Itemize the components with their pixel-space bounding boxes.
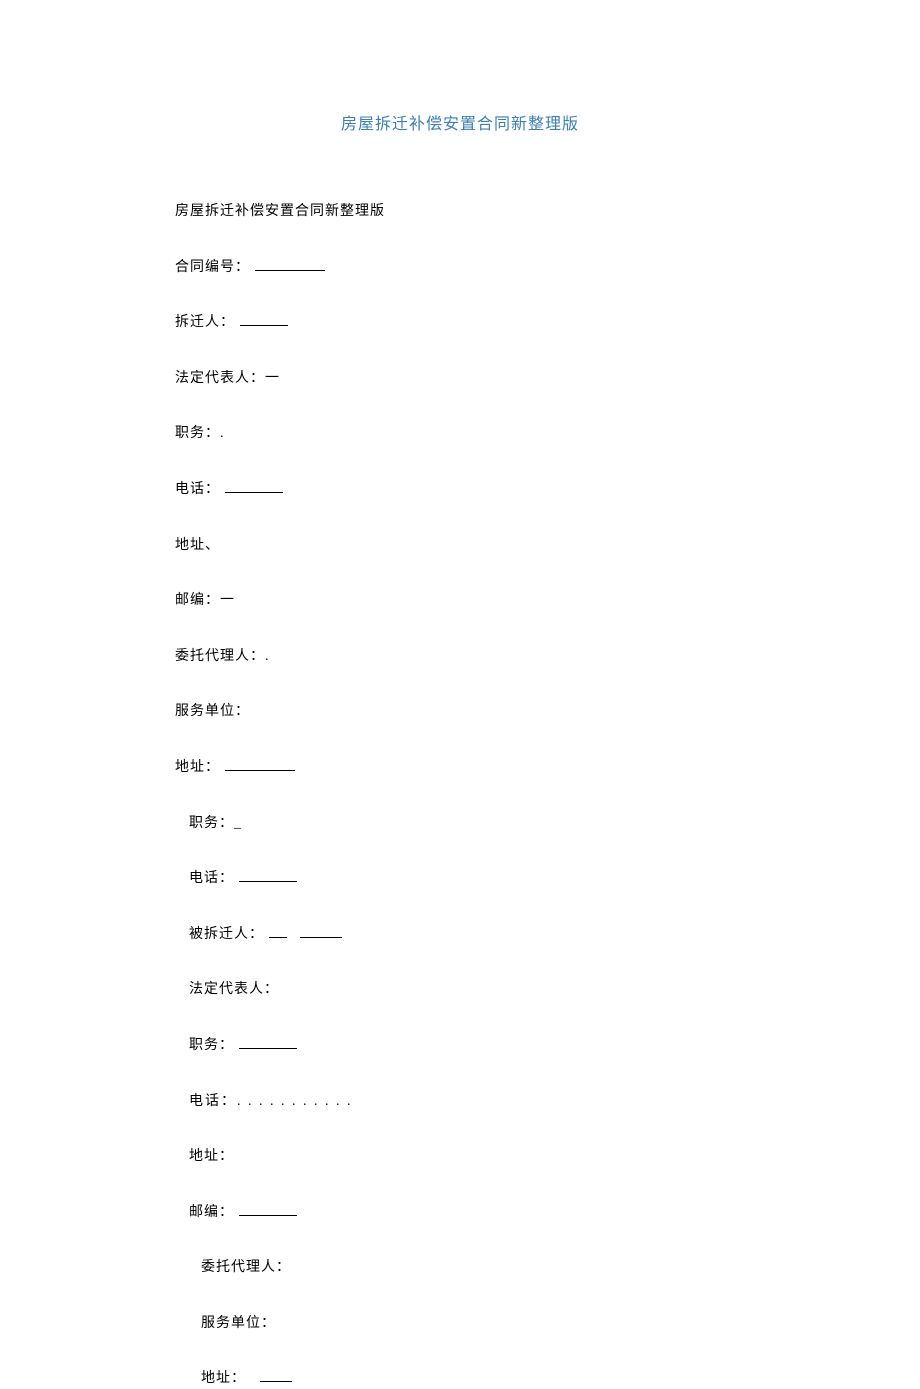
address4-blank (260, 1373, 292, 1383)
position3-line: 职务： (175, 1036, 745, 1056)
heading-line: 房屋拆迁补偿安置合同新整理版 (175, 202, 745, 222)
postcode2-blank (239, 1211, 297, 1216)
service-unit-line: 服务单位： (175, 702, 745, 722)
address2-blank (225, 761, 295, 771)
postcode-line: 邮编：一 (175, 591, 745, 611)
relocatee-blank1 (269, 928, 287, 938)
service-unit2-line: 服务单位： (175, 1314, 745, 1334)
relocator-line: 拆迁人： (175, 313, 745, 333)
address-line: 地址、 (175, 536, 745, 556)
phone-label: 电话： (175, 482, 220, 497)
address4-line: 地址： (175, 1369, 745, 1389)
agent2-line: 委托代理人： (175, 1258, 745, 1278)
position3-blank (239, 1044, 297, 1049)
relocatee-blank2 (300, 928, 342, 938)
legal-rep2-line: 法定代表人： (175, 980, 745, 1000)
phone3-line: 电话：. . . . . . . . . . . (175, 1092, 745, 1112)
phone2-blank (239, 878, 297, 883)
address4-label: 地址： (201, 1371, 246, 1386)
address4-gap (251, 1371, 256, 1386)
agent-line: 委托代理人：. (175, 647, 745, 667)
phone-line: 电话： (175, 480, 745, 500)
address3-line: 地址： (175, 1147, 745, 1167)
position2-line: 职务：_ (175, 814, 745, 834)
phone-blank (225, 488, 283, 493)
relocator-blank (240, 322, 288, 327)
legal-rep-line: 法定代表人：一 (175, 369, 745, 389)
phone2-line: 电话： (175, 869, 745, 889)
phone2-label: 电话： (189, 871, 234, 886)
postcode2-line: 邮编： (175, 1203, 745, 1223)
relocator-label: 拆迁人： (175, 315, 235, 330)
position-line: 职务：. (175, 424, 745, 444)
relocatee-gap (291, 927, 296, 942)
postcode2-label: 邮编： (189, 1205, 234, 1220)
contract-no-blank (255, 261, 325, 271)
relocatee-label: 被拆迁人： (189, 927, 264, 942)
address2-label: 地址： (175, 760, 220, 775)
position3-label: 职务： (189, 1038, 234, 1053)
relocatee-line: 被拆迁人： (175, 925, 745, 945)
contract-no-line: 合同编号： (175, 258, 745, 278)
document-title: 房屋拆迁补偿安置合同新整理版 (175, 110, 745, 134)
document-page: 房屋拆迁补偿安置合同新整理版 房屋拆迁补偿安置合同新整理版 合同编号： 拆迁人：… (0, 0, 920, 1389)
address2-line: 地址： (175, 758, 745, 778)
contract-no-label: 合同编号： (175, 260, 250, 275)
